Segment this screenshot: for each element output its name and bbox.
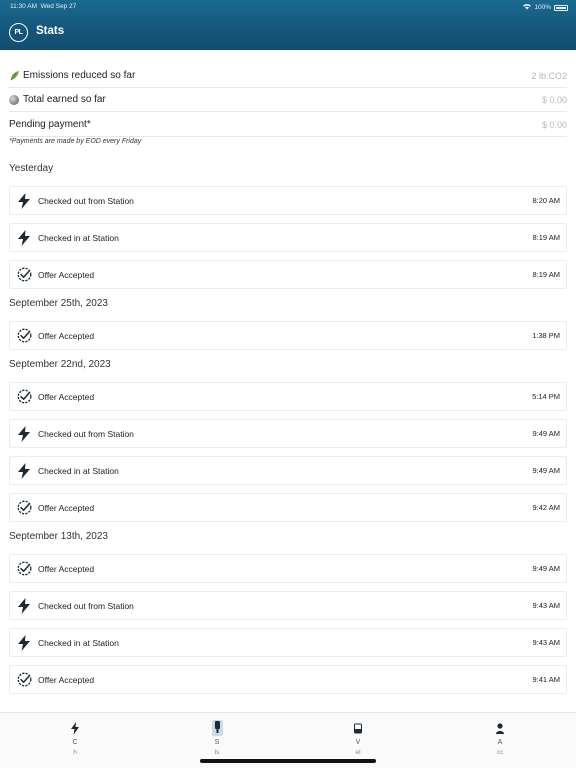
bolt-icon [10,425,38,442]
activity-time: 9:43 AM [532,601,560,610]
tab-vehicle[interactable]: V el [348,721,368,758]
earned-row: Total earned so far $ 0.00 [9,88,567,112]
tab-account[interactable]: A cc [490,721,510,758]
activity-time: 9:49 AM [532,564,560,573]
vehicle-icon [348,721,368,735]
offer-check-icon [10,267,38,282]
bolt-icon [10,462,38,479]
activity-label: Checked out from Station [38,195,134,206]
activity-time: 9:41 AM [532,675,560,684]
activity-label: Offer Accepted [38,269,95,280]
activity-label: Checked out from Station [38,600,134,611]
tab-account-sub: cc [497,749,503,756]
activity-item[interactable]: Offer Accepted 9:42 AM [9,493,567,522]
activity-item[interactable]: Offer Accepted 9:49 AM [9,554,567,583]
battery-percent: 100% [534,4,551,11]
activity-item[interactable]: Checked out from Station 9:43 AM [9,591,567,620]
tab-stats[interactable]: S ts [207,720,227,758]
activity-item[interactable]: Checked in at Station 9:43 AM [9,628,567,657]
activity-label: Checked out from Station [38,428,134,439]
coin-icon [9,94,19,105]
tab-stats-label: S [214,739,220,746]
activity-label: Offer Accepted [38,563,95,574]
tab-vehicle-label: V [355,739,361,746]
activity-label: Offer Accepted [38,502,95,513]
activity-time: 5:14 PM [532,392,560,401]
stats-icon [207,720,227,736]
activity-item[interactable]: Checked out from Station 8:20 AM [9,186,567,215]
activity-time: 9:49 AM [532,466,560,475]
section-heading: Yesterday [9,163,54,174]
activity-time: 9:43 AM [532,638,560,647]
bolt-icon [10,597,38,614]
section-heading: September 13th, 2023 [9,531,108,542]
tab-charge-label: C [72,739,78,746]
activity-label: Offer Accepted [38,674,95,685]
app-header: 11:30 AM Wed Sep 27 100% PL Stats [0,0,576,50]
leaf-icon [9,70,20,81]
activity-time: 9:42 AM [532,503,560,512]
home-indicator[interactable] [200,759,376,763]
tab-account-label: A [497,739,503,746]
app-logo: PL [9,23,28,42]
activity-time: 1:38 PM [532,331,560,340]
battery-icon [554,4,568,11]
offer-check-icon [10,328,38,343]
activity-item[interactable]: Checked in at Station 9:49 AM [9,456,567,485]
earned-value: $ 0.00 [541,94,567,105]
activity-time: 8:19 AM [532,270,560,279]
pending-value: $ 0.00 [541,119,567,130]
wifi-icon [523,3,532,12]
section-heading: September 25th, 2023 [9,298,108,309]
activity-time: 8:20 AM [532,196,560,205]
activity-item[interactable]: Offer Accepted 1:38 PM [9,321,567,350]
activity-label: Checked in at Station [38,637,119,648]
activity-time: 9:49 AM [532,429,560,438]
activity-label: Offer Accepted [38,391,95,402]
tab-vehicle-sub: el [355,749,361,756]
activity-label: Checked in at Station [38,465,119,476]
activity-time: 8:19 AM [532,233,560,242]
offer-check-icon [10,500,38,515]
activity-item[interactable]: Offer Accepted 5:14 PM [9,382,567,411]
earned-label: Total earned so far [23,94,106,105]
status-time: 11:30 AM [10,3,37,10]
pending-label: Pending payment* [9,119,91,130]
offer-check-icon [10,561,38,576]
tab-charge[interactable]: C h [65,721,85,758]
offer-check-icon [10,389,38,404]
status-bar: 11:30 AM Wed Sep 27 100% [0,0,576,12]
activity-label: Checked in at Station [38,232,119,243]
bolt-icon [10,634,38,651]
emissions-value: 2 lb.CO2 [531,70,567,81]
activity-item[interactable]: Checked in at Station 8:19 AM [9,223,567,252]
payment-note: *Payments are made by EOD every Friday [9,138,142,145]
activity-item[interactable]: Checked out from Station 9:49 AM [9,419,567,448]
bolt-icon [10,192,38,209]
page-title: Stats [36,25,65,37]
status-date: Wed Sep 27 [40,3,77,10]
tab-stats-sub: ts [214,749,220,756]
tab-charge-sub: h [73,749,77,756]
emissions-label: Emissions reduced so far [23,70,136,81]
bolt-icon [10,229,38,246]
emissions-row: Emissions reduced so far 2 lb.CO2 [9,64,567,88]
bolt-icon [65,721,85,735]
pending-row: Pending payment* $ 0.00 [9,113,567,137]
activity-item[interactable]: Offer Accepted 8:19 AM [9,260,567,289]
offer-check-icon [10,672,38,687]
activity-label: Offer Accepted [38,330,95,341]
account-icon [490,721,510,735]
activity-item[interactable]: Offer Accepted 9:41 AM [9,665,567,694]
section-heading: September 22nd, 2023 [9,359,111,370]
